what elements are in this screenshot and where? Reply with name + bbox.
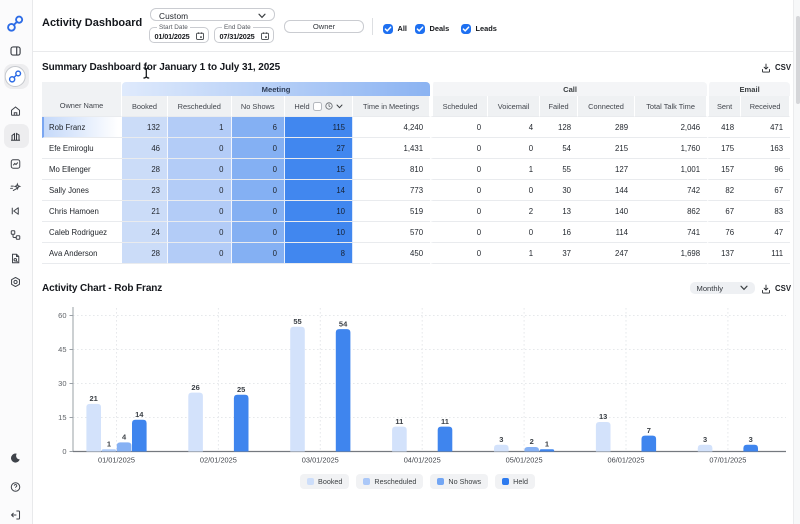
svg-text:07/01/2025: 07/01/2025	[709, 456, 746, 465]
svg-text:05/01/2025: 05/01/2025	[506, 456, 543, 465]
svg-text:11: 11	[441, 417, 449, 426]
svg-text:45: 45	[58, 345, 66, 354]
svg-text:25: 25	[237, 385, 245, 394]
svg-text:26: 26	[191, 383, 199, 392]
svg-text:01/01/2025: 01/01/2025	[98, 456, 135, 465]
svg-text:04/01/2025: 04/01/2025	[404, 456, 441, 465]
svg-text:0: 0	[62, 447, 66, 456]
svg-text:55: 55	[293, 317, 301, 326]
svg-text:21: 21	[90, 394, 98, 403]
svg-text:06/01/2025: 06/01/2025	[608, 456, 645, 465]
svg-text:30: 30	[58, 379, 66, 388]
svg-text:11: 11	[395, 417, 403, 426]
svg-text:14: 14	[135, 410, 144, 419]
svg-text:13: 13	[599, 412, 607, 421]
svg-text:54: 54	[339, 319, 348, 328]
svg-text:4: 4	[122, 433, 127, 442]
svg-text:15: 15	[58, 413, 66, 422]
svg-text:2: 2	[530, 437, 534, 446]
svg-text:02/01/2025: 02/01/2025	[200, 456, 237, 465]
svg-text:1: 1	[545, 439, 549, 448]
svg-text:7: 7	[647, 426, 651, 435]
svg-text:3: 3	[499, 435, 503, 444]
svg-text:03/01/2025: 03/01/2025	[302, 456, 339, 465]
svg-text:3: 3	[749, 435, 753, 444]
svg-text:3: 3	[703, 435, 707, 444]
svg-text:1: 1	[107, 439, 111, 448]
svg-text:60: 60	[58, 311, 66, 320]
